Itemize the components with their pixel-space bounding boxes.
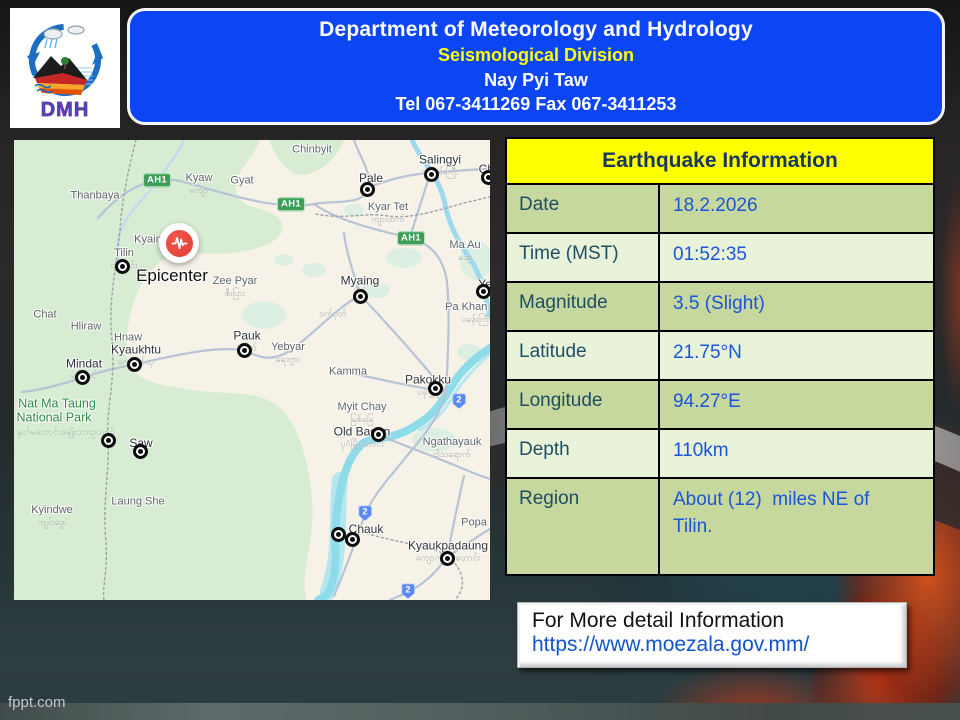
map-town-marker xyxy=(476,284,491,299)
table-row: Latitude 21.75°N xyxy=(507,332,933,381)
map-place-label: Pa Khan Gyi ပခန်းကြီး xyxy=(445,301,490,325)
epicenter-marker xyxy=(159,223,199,263)
map-town-marker xyxy=(345,532,360,547)
map-place-label: Ngathayauk ငါ့သရောက် xyxy=(423,436,482,460)
fppt-watermark: fppt.com xyxy=(8,694,66,711)
table-rows: Date 18.2.2026 Time (MST) 01:52:35 Magni… xyxy=(507,185,933,574)
row-label: Longitude xyxy=(507,381,660,428)
map-town-marker xyxy=(331,527,346,542)
contact-line: Tel 067-3411269 Fax 067-3411253 xyxy=(130,94,942,115)
table-row: Time (MST) 01:52:35 xyxy=(507,234,933,283)
more-info-box: For More detail Information https://www.… xyxy=(517,602,907,668)
map-place-label: Chinbyit xyxy=(292,143,332,156)
map-town-marker xyxy=(424,167,439,182)
map-town-marker xyxy=(115,259,130,274)
header-banner: Department of Meteorology and Hydrology … xyxy=(127,8,945,125)
epicenter-label: Epicenter xyxy=(136,266,208,286)
map-place-label: Thanbaya xyxy=(71,189,120,202)
map-place-label: National Park xyxy=(16,411,91,426)
row-value: 21.75°N xyxy=(660,332,933,379)
table-row: Date 18.2.2026 xyxy=(507,185,933,234)
map-town-marker xyxy=(360,182,375,197)
division-title: Seismological Division xyxy=(130,45,942,66)
row-label: Time (MST) xyxy=(507,234,660,281)
map-place-label: Ma Au မအူ xyxy=(449,239,480,263)
map-place-label: Chat xyxy=(33,308,56,321)
map-place-label: Zee Pyar ဇီးပြား xyxy=(213,275,258,299)
dmh-logo: DMH xyxy=(10,8,120,128)
more-info-heading: For More detail Information xyxy=(532,609,906,633)
table-row: Region About (12) miles NE of Tilin. xyxy=(507,479,933,574)
row-value: 18.2.2026 xyxy=(660,185,933,232)
bottom-accent-bar xyxy=(0,703,960,720)
map-town-marker xyxy=(133,444,148,459)
row-value: 3.5 (Slight) xyxy=(660,283,933,330)
table-row: Magnitude 3.5 (Slight) xyxy=(507,283,933,332)
row-label: Magnitude xyxy=(507,283,660,330)
table-row: Depth 110km xyxy=(507,430,933,479)
map-place-label: Kyaw ကျော xyxy=(186,172,213,196)
route-badge: AH1 xyxy=(397,231,425,245)
row-label: Latitude xyxy=(507,332,660,379)
map-place-label: Popa xyxy=(461,516,487,529)
map-place-label: နတ်မတောင်အမျိုးသားဥယျာဉ် xyxy=(17,427,115,438)
map-town-marker xyxy=(440,551,455,566)
table-row: Longitude 94.27°E xyxy=(507,381,933,430)
row-value: 110km xyxy=(660,430,933,477)
row-label: Region xyxy=(507,479,660,574)
map-place-label: Kyar Tet ကျားတက် xyxy=(368,201,408,225)
route-badge: AH1 xyxy=(277,197,305,211)
map-town-marker xyxy=(428,381,443,396)
seismograph-icon xyxy=(166,230,193,257)
route-badge: AH1 xyxy=(143,173,171,187)
row-value: 94.27°E xyxy=(660,381,933,428)
map-town-marker xyxy=(353,289,368,304)
row-value: 01:52:35 xyxy=(660,234,933,281)
map-place-label: Gyat xyxy=(230,174,253,187)
map-place-label: Kamma xyxy=(329,365,367,378)
map-town-marker xyxy=(237,343,252,358)
row-value: About (12) miles NE of Tilin. xyxy=(660,479,933,574)
map-place-label: Hliraw xyxy=(71,320,102,333)
map-town-marker xyxy=(101,433,116,448)
map-place-label: Kyindwe ကျင်းဒွေး xyxy=(31,504,73,528)
location-title: Nay Pyi Taw xyxy=(130,70,942,91)
map-town-marker xyxy=(127,357,142,372)
map-place-label: Nat Ma Taung xyxy=(18,397,96,412)
epicenter-map: Thanbaya Kyaw ကျော Gyat Chinbyit Pale Sa… xyxy=(14,140,490,600)
map-place-label: Myit Chay မြစ်ခြေ xyxy=(338,401,387,425)
table-title: Earthquake Information xyxy=(507,139,933,185)
map-place-label: ဝက်ပုတ် xyxy=(319,309,347,320)
map-place-label: Yebyar ရေဘွား xyxy=(271,341,305,365)
map-place-label: Laung She xyxy=(111,495,164,508)
dmh-logo-icon: DMH xyxy=(15,12,115,124)
dmh-logo-text: DMH xyxy=(41,99,90,121)
map-town-marker xyxy=(481,170,491,185)
more-info-link[interactable]: https://www.moezala.gov.mm/ xyxy=(532,633,906,657)
row-label: Depth xyxy=(507,430,660,477)
map-town-marker xyxy=(75,370,90,385)
map-town-marker xyxy=(371,427,386,442)
org-title: Department of Meteorology and Hydrology xyxy=(130,18,942,42)
row-label: Date xyxy=(507,185,660,232)
earthquake-info-table: Earthquake Information Date 18.2.2026 Ti… xyxy=(505,137,935,576)
